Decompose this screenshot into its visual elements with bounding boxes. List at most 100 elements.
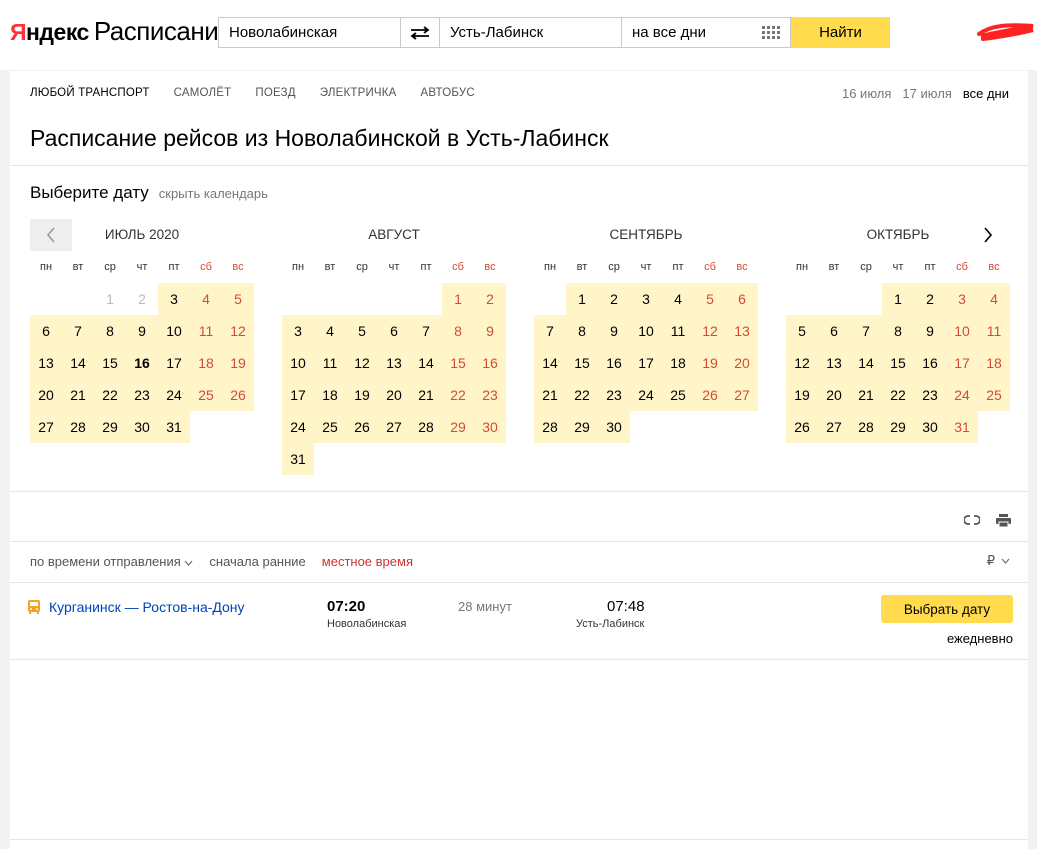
calendar-day[interactable]: 27 (726, 379, 758, 411)
calendar-day[interactable]: 6 (726, 283, 758, 315)
calendar-day[interactable]: 13 (818, 347, 850, 379)
calendar-day[interactable]: 3 (158, 283, 190, 315)
date-link-all-days[interactable]: все дни (963, 86, 1009, 101)
calendar-day[interactable]: 11 (314, 347, 346, 379)
calendar-day[interactable]: 7 (534, 315, 566, 347)
calendar-day[interactable]: 6 (378, 315, 410, 347)
calendar-day[interactable]: 27 (30, 411, 62, 443)
calendar-day[interactable]: 21 (850, 379, 882, 411)
tab-any-transport[interactable]: Любой транспорт (30, 87, 150, 99)
calendar-day[interactable]: 12 (222, 315, 254, 347)
to-field[interactable]: Усть-Лабинск (439, 17, 622, 48)
share-link-icon[interactable] (964, 514, 980, 526)
calendar-day[interactable]: 10 (158, 315, 190, 347)
calendar-day[interactable]: 2 (474, 283, 506, 315)
calendar-day[interactable]: 28 (410, 411, 442, 443)
calendar-day[interactable]: 10 (946, 315, 978, 347)
calendar-day[interactable]: 5 (694, 283, 726, 315)
calendar-day[interactable]: 12 (346, 347, 378, 379)
calendar-day[interactable]: 23 (598, 379, 630, 411)
calendar-day[interactable]: 10 (630, 315, 662, 347)
calendar-day[interactable]: 27 (818, 411, 850, 443)
calendar-day[interactable]: 15 (94, 347, 126, 379)
calendar-day[interactable]: 13 (378, 347, 410, 379)
calendar-day[interactable]: 23 (914, 379, 946, 411)
calendar-day[interactable]: 29 (442, 411, 474, 443)
calendar-day[interactable]: 23 (474, 379, 506, 411)
calendar-day[interactable]: 24 (630, 379, 662, 411)
calendar-day[interactable]: 15 (882, 347, 914, 379)
calendar-day[interactable]: 28 (62, 411, 94, 443)
calendar-day[interactable]: 11 (978, 315, 1010, 347)
currency-select[interactable]: ₽ (987, 553, 1010, 569)
calendar-day[interactable]: 21 (534, 379, 566, 411)
calendar-day[interactable]: 16 (126, 347, 158, 379)
calendar-day[interactable]: 8 (442, 315, 474, 347)
calendar-day[interactable]: 29 (566, 411, 598, 443)
calendar-day[interactable]: 28 (534, 411, 566, 443)
calendar-day[interactable]: 5 (786, 315, 818, 347)
calendar-day[interactable]: 11 (662, 315, 694, 347)
calendar-day[interactable]: 18 (662, 347, 694, 379)
next-month-button[interactable] (976, 223, 1000, 247)
calendar-day[interactable]: 4 (978, 283, 1010, 315)
calendar-day[interactable]: 14 (850, 347, 882, 379)
calendar-day[interactable]: 25 (662, 379, 694, 411)
calendar-day[interactable]: 12 (786, 347, 818, 379)
calendar-day[interactable]: 9 (598, 315, 630, 347)
date-field[interactable]: на все дни (622, 17, 791, 48)
calendar-day[interactable]: 9 (474, 315, 506, 347)
calendar-day[interactable]: 22 (566, 379, 598, 411)
sort-earliest-first[interactable]: сначала ранние (209, 554, 305, 569)
calendar-day[interactable]: 9 (914, 315, 946, 347)
calendar-day[interactable]: 26 (222, 379, 254, 411)
calendar-day[interactable]: 25 (314, 411, 346, 443)
calendar-day[interactable]: 11 (190, 315, 222, 347)
calendar-day[interactable]: 20 (726, 347, 758, 379)
calendar-day[interactable]: 17 (158, 347, 190, 379)
calendar-day[interactable]: 31 (158, 411, 190, 443)
calendar-day[interactable]: 22 (882, 379, 914, 411)
calendar-day[interactable]: 21 (62, 379, 94, 411)
calendar-day[interactable]: 1 (882, 283, 914, 315)
calendar-day[interactable]: 30 (598, 411, 630, 443)
yandex-schedules-logo[interactable]: Яндекс Расписания (10, 16, 232, 50)
calendar-day[interactable]: 18 (190, 347, 222, 379)
calendar-day[interactable]: 14 (62, 347, 94, 379)
print-icon[interactable] (996, 514, 1011, 527)
calendar-day[interactable]: 7 (410, 315, 442, 347)
calendar-day[interactable]: 19 (222, 347, 254, 379)
calendar-day[interactable]: 29 (94, 411, 126, 443)
calendar-day[interactable]: 22 (94, 379, 126, 411)
calendar-day[interactable]: 28 (850, 411, 882, 443)
tab-bus[interactable]: Автобус (421, 87, 475, 99)
tab-suburban[interactable]: Электричка (320, 87, 397, 99)
calendar-day[interactable]: 27 (378, 411, 410, 443)
tab-train[interactable]: Поезд (255, 87, 295, 99)
calendar-day[interactable]: 12 (694, 315, 726, 347)
from-field[interactable]: Новолабинская (218, 17, 401, 48)
calendar-day[interactable]: 24 (158, 379, 190, 411)
calendar-day[interactable]: 20 (30, 379, 62, 411)
calendar-day[interactable]: 15 (566, 347, 598, 379)
calendar-day[interactable]: 9 (126, 315, 158, 347)
calendar-day[interactable]: 26 (346, 411, 378, 443)
calendar-day[interactable]: 25 (190, 379, 222, 411)
calendar-day[interactable]: 4 (314, 315, 346, 347)
calendar-day[interactable]: 17 (282, 379, 314, 411)
calendar-day[interactable]: 15 (442, 347, 474, 379)
calendar-day[interactable]: 16 (474, 347, 506, 379)
calendar-day[interactable]: 6 (30, 315, 62, 347)
calendar-day[interactable]: 30 (474, 411, 506, 443)
swap-button[interactable] (401, 17, 439, 48)
calendar-day[interactable]: 26 (694, 379, 726, 411)
calendar-day[interactable]: 20 (378, 379, 410, 411)
calendar-day[interactable]: 19 (694, 347, 726, 379)
calendar-day[interactable]: 20 (818, 379, 850, 411)
calendar-day[interactable]: 18 (314, 379, 346, 411)
calendar-day[interactable]: 13 (30, 347, 62, 379)
calendar-day[interactable]: 7 (850, 315, 882, 347)
calendar-day[interactable]: 5 (346, 315, 378, 347)
calendar-day[interactable]: 3 (630, 283, 662, 315)
calendar-day[interactable]: 2 (914, 283, 946, 315)
